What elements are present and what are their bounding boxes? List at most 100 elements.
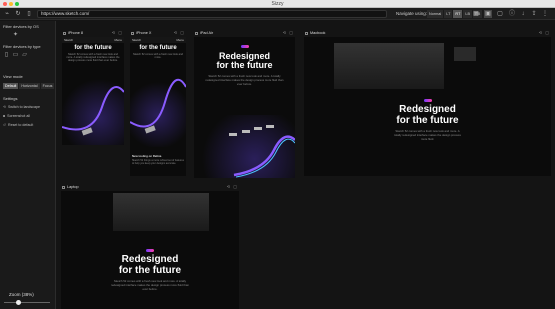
device-screen[interactable]: Redesigned for the future Sketch 52 come… [304,37,551,176]
device-name: Macbook [310,31,326,35]
view-mode-horizontal[interactable]: Horizontal [19,83,40,89]
layers-icon[interactable]: ▦ [472,10,480,18]
site-navbar: Sketch Menu [130,37,186,43]
device-sync-icon[interactable]: ⌁ [3,10,11,18]
zoom-slider-track[interactable] [4,302,50,303]
camera-icon: ◙ [3,114,6,118]
site-brand: Sketch [132,38,142,42]
nav-mode-normal[interactable]: Normal [427,10,445,18]
site-brand: Sketch [64,38,74,42]
reset-icon: ↺ [3,123,7,127]
hero-image [62,77,124,145]
apple-icon[interactable] [3,32,10,39]
hero-body: Sketch 52 comes with a fresh new look an… [111,279,189,291]
device-screen[interactable]: Redesigned for the future Sketch 52 come… [194,37,295,178]
hero-body: Sketch 52 comes with a fresh new look an… [205,73,284,86]
laptop-icon[interactable]: ▱ [21,52,28,59]
inspect-icon[interactable]: ▣ [484,10,492,18]
refresh-icon[interactable]: ↻ [14,10,22,18]
hero-title-line1: Redesigned [121,254,179,265]
hero-body: Sketch 52 comes with a fresh new look an… [66,53,120,63]
setting-reset[interactable]: ↺ Reset to default [3,123,33,127]
nav-mode-lt[interactable]: LT [444,10,454,18]
window-title: Sizzy [271,1,284,7]
device-header: iPad Air ⟲ ▢ [194,30,295,36]
site-menu: Menu [176,38,184,42]
filter-os-title: Filter devices by OS [3,24,39,29]
toolbar: ⌁ ↻ ▯ https://www.sketch.com/ Navigate u… [0,8,555,20]
hero-image [130,77,186,147]
device-name: iPhone 8 [68,31,83,35]
view-mode-focus[interactable]: Focus [40,83,55,89]
device-header: Macbook ⟲ ▢ [304,30,551,36]
device-macbook: Macbook ⟲ ▢ Redesigned for the future Ske… [304,30,551,176]
hero-gallery [334,43,444,89]
device-controls-icon[interactable]: ⟲ ▢ [539,30,550,36]
mobile-icon[interactable]: ▯ [25,10,33,18]
setting-screenshot-label: Screenshot all [7,114,30,118]
section-body: Sketch 52 brings a more refined set of f… [132,159,184,165]
hero-block: Redesigned for the future Sketch 52 come… [61,249,239,294]
device-name: Laptop [67,185,79,189]
filter-type-title: Filter devices by type [3,44,41,49]
device-checkbox[interactable] [62,185,65,189]
device-laptop: Laptop ⟲ ▢ Redesigned for the future Sket… [61,184,239,309]
hero-title-line2: for the future [118,264,182,276]
device-controls-icon[interactable]: ⟲ ▢ [227,184,238,190]
url-input[interactable]: https://www.sketch.com/ [37,10,387,18]
view-mode-default[interactable]: Default [3,83,19,89]
phone-icon[interactable]: ▯ [3,52,10,59]
share-icon[interactable]: ⇪ [530,10,538,18]
device-checkbox[interactable] [131,31,134,35]
settings-title: Settings [3,96,18,101]
hero-curve [229,125,295,178]
hero-curve [130,78,186,134]
download-icon[interactable]: ↓ [519,10,527,18]
device-checkbox[interactable] [305,31,308,35]
setting-landscape[interactable]: ⟲ Switch to landscape [3,105,40,109]
more-icon[interactable]: ⋮ [541,10,549,18]
screenshot-icon[interactable]: ▢ [496,10,504,18]
device-controls-icon[interactable]: ⟲ ▢ [174,30,185,36]
device-name: iPhone X [136,31,152,35]
tablet-icon[interactable]: ▭ [12,52,19,59]
device-screen[interactable]: Sketch Menu for the future Sketch 52 come… [62,37,124,145]
hero-gallery-thumb [454,47,476,61]
device-controls-icon[interactable]: ⟲ ▢ [112,30,123,36]
device-controls-icon[interactable]: ⟲ ▢ [283,30,294,36]
site-navbar: Sketch Menu [62,37,124,43]
nav-mode-rt[interactable]: RT [453,10,464,18]
info-icon[interactable]: ⓘ [508,10,516,18]
device-header: iPhone X ⟲ ▢ [130,30,186,36]
device-screen[interactable]: Redesigned for the future Sketch 52 come… [61,191,239,309]
device-checkbox[interactable] [63,31,66,35]
hero-title-line2: for the future [216,60,273,71]
view-mode-switch: Default Horizontal Focus [3,83,55,89]
new-badge [423,99,432,102]
zoom-label: Zoom (38%) [9,292,34,297]
hero-body: Sketch 52 comes with a fresh new look an… [133,53,183,60]
device-header: iPhone 8 ⟲ ▢ [62,30,124,36]
device-iphone8: iPhone 8 ⟲ ▢ Sketch Menu for the future Sk… [62,30,124,146]
new-badge [240,45,249,48]
device-checkbox[interactable] [195,31,198,35]
hero-curve [62,86,124,136]
view-mode-title: View mode [3,74,23,79]
section-title: New tooling on Retina [132,154,162,158]
device-header: Laptop ⟲ ▢ [61,184,239,190]
hero-gallery [113,193,209,231]
hero-body: Sketch 52 comes with a fresh new look an… [394,129,461,141]
device-iphonex: iPhone X ⟲ ▢ Sketch Menu for the future Sk… [130,30,186,176]
hero-block: Redesigned for the future Sketch 52 come… [304,99,551,144]
new-badge [146,249,154,252]
device-screen[interactable]: Sketch Menu for the future Sketch 52 come… [130,37,186,176]
hero-title-line1: Redesigned [399,104,456,115]
navigate-label: Navigate using: [396,11,428,16]
device-ipadair: iPad Air ⟲ ▢ Redesigned for the future Sk… [194,30,295,178]
setting-screenshot-all[interactable]: ◙ Screenshot all [3,114,30,118]
android-icon[interactable]: ✦ [12,32,19,39]
setting-landscape-label: Switch to landscape [8,105,40,109]
rotate-icon: ⟲ [3,105,7,109]
zoom-slider-thumb[interactable] [16,300,21,305]
window-titlebar: Sizzy [0,0,555,8]
